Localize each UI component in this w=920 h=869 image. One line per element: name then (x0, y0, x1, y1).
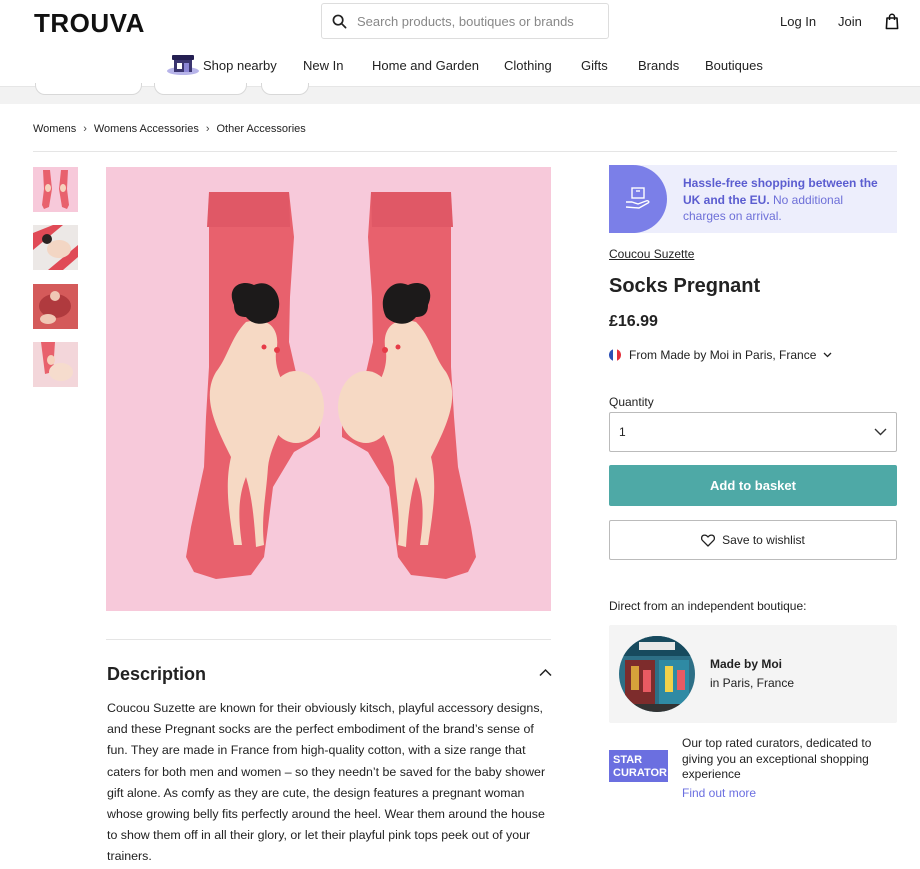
main-navigation: Shop nearby New In Home and Garden Cloth… (0, 58, 920, 76)
search-bar[interactable] (321, 3, 609, 39)
product-image[interactable] (106, 167, 551, 611)
breadcrumb-womens[interactable]: Womens (33, 123, 76, 135)
star-curator-badge: STAR CURATOR (609, 750, 668, 782)
thumbnail-3[interactable] (33, 284, 78, 329)
shipping-banner: Hassle-free shopping between the UK and … (609, 165, 897, 233)
breadcrumb: Womens › Womens Accessories › Other Acce… (33, 123, 306, 135)
filter-pill[interactable] (154, 83, 247, 95)
shopping-bag-icon[interactable] (885, 13, 899, 30)
boutique-location: in Paris, France (710, 676, 795, 690)
boutique-name[interactable]: Made by Moi (710, 657, 782, 671)
product-price: £16.99 (609, 313, 658, 330)
filter-pill[interactable] (261, 83, 309, 95)
find-out-more-link[interactable]: Find out more (682, 786, 756, 800)
nav-shop-nearby[interactable]: Shop nearby (203, 58, 277, 73)
boutique-origin-dropdown[interactable]: From Made by Moi in Paris, France (609, 348, 832, 362)
delivery-hand-icon (609, 165, 667, 233)
add-to-basket-button[interactable]: Add to basket (609, 465, 897, 506)
badge-line-1: STAR (613, 754, 643, 766)
thumbnail-4[interactable] (33, 342, 78, 387)
filter-bar (0, 83, 920, 104)
search-input[interactable] (357, 13, 597, 29)
france-flag-icon (609, 349, 621, 361)
join-link[interactable]: Join (838, 14, 862, 29)
chevron-right-icon: › (83, 123, 87, 135)
trouva-logo[interactable]: TROUVA (34, 8, 145, 39)
thumbnail-2[interactable] (33, 225, 78, 270)
description-text: Coucou Suzette are known for their obvio… (107, 701, 546, 864)
heart-icon (701, 534, 716, 547)
origin-text: From Made by Moi in Paris, France (629, 348, 817, 362)
curator-description: Our top rated curators, dedicated to giv… (682, 736, 872, 781)
breadcrumb-womens-accessories[interactable]: Womens Accessories (94, 123, 199, 135)
nav-boutiques[interactable]: Boutiques (705, 58, 763, 73)
badge-line-2: CURATOR (613, 767, 667, 779)
login-link[interactable]: Log In (780, 14, 816, 29)
product-title: Socks Pregnant (609, 275, 761, 297)
chevron-down-icon (823, 352, 832, 358)
quantity-value: 1 (619, 425, 626, 439)
boutique-photo (619, 636, 695, 712)
nav-clothing[interactable]: Clothing (504, 58, 552, 73)
socks-illustration (186, 192, 476, 579)
nav-gifts[interactable]: Gifts (581, 58, 608, 73)
divider (106, 639, 551, 640)
description-heading[interactable]: Description (107, 664, 206, 685)
quantity-label: Quantity (609, 395, 654, 409)
nav-home-and-garden[interactable]: Home and Garden (372, 58, 479, 73)
breadcrumb-other-accessories[interactable]: Other Accessories (217, 123, 306, 135)
quantity-select[interactable]: 1 (609, 412, 897, 452)
thumbnail-1[interactable] (33, 167, 78, 212)
chevron-up-icon[interactable] (539, 668, 552, 677)
nav-brands[interactable]: Brands (638, 58, 679, 73)
brand-link[interactable]: Coucou Suzette (609, 247, 694, 261)
filter-pill[interactable] (35, 83, 142, 95)
boutique-heading: Direct from an independent boutique: (609, 599, 807, 613)
divider (33, 151, 897, 152)
chevron-down-icon (874, 428, 887, 436)
search-icon (332, 14, 347, 28)
boutique-card[interactable]: Made by Moi in Paris, France (609, 625, 897, 723)
chevron-right-icon: › (205, 123, 210, 135)
nav-new-in[interactable]: New In (303, 58, 343, 73)
save-to-wishlist-button[interactable]: Save to wishlist (609, 520, 897, 560)
wishlist-label: Save to wishlist (722, 533, 805, 547)
